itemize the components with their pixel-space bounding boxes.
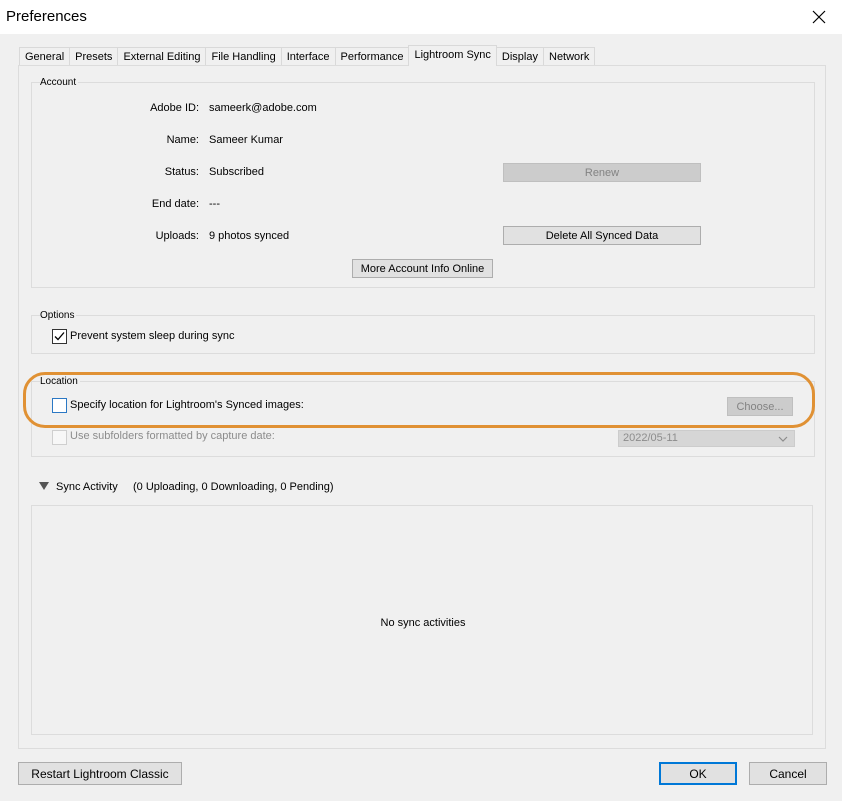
delete-all-synced-data-button[interactable]: Delete All Synced Data [503, 226, 701, 245]
options-group-label: Options [40, 310, 77, 321]
location-group-label: Location [40, 376, 80, 387]
name-label: Name: [166, 134, 199, 146]
sync-activity-summary: (0 Uploading, 0 Downloading, 0 Pending) [133, 481, 334, 493]
date-format-value: 2022/05-11 [623, 432, 678, 444]
specify-location-label: Specify location for Lightroom's Synced … [70, 399, 304, 411]
renew-button[interactable]: Renew [503, 163, 701, 182]
end-date-label: End date: [151, 198, 199, 210]
sync-activity-label: Sync Activity [56, 481, 118, 493]
prevent-sleep-label: Prevent system sleep during sync [70, 330, 235, 342]
tab-network[interactable]: Network [543, 47, 596, 66]
choose-button[interactable]: Choose... [727, 397, 793, 416]
status-value: Subscribed [209, 166, 265, 178]
name-value: Sameer Kumar [209, 134, 283, 146]
tab-general[interactable]: General [19, 47, 71, 66]
tab-bar: General Presets External Editing File Ha… [19, 45, 596, 66]
restart-lightroom-button[interactable]: Restart Lightroom Classic [18, 762, 182, 785]
subfolders-checkbox[interactable] [52, 430, 67, 445]
sync-activity-toggle[interactable] [39, 481, 49, 491]
no-sync-activities-text: No sync activities [380, 617, 466, 629]
end-date-value: --- [209, 198, 220, 210]
tab-performance[interactable]: Performance [334, 47, 410, 66]
date-format-select[interactable]: 2022/05-11 [618, 430, 795, 447]
specify-location-checkbox[interactable] [52, 398, 67, 413]
status-label: Status: [164, 166, 199, 178]
more-account-info-button[interactable]: More Account Info Online [352, 259, 493, 278]
tab-external-editing[interactable]: External Editing [117, 47, 207, 66]
tab-interface[interactable]: Interface [280, 47, 336, 66]
tab-lightroom-sync[interactable]: Lightroom Sync [408, 45, 497, 66]
lightroom-sync-panel: Account Adobe ID: sameerk@adobe.com Name… [18, 65, 826, 749]
subfolders-label: Use subfolders formatted by capture date… [70, 430, 275, 442]
close-button[interactable] [796, 0, 842, 34]
tab-display[interactable]: Display [495, 47, 544, 66]
title-bar: Preferences [0, 0, 842, 34]
uploads-value: 9 photos synced [209, 230, 290, 242]
chevron-down-icon [778, 436, 788, 442]
adobe-id-value: sameerk@adobe.com [209, 102, 317, 114]
uploads-label: Uploads: [155, 230, 199, 242]
sync-activity-list: No sync activities [31, 505, 813, 735]
cancel-button[interactable]: Cancel [749, 762, 827, 785]
checkmark-icon [54, 332, 65, 341]
account-group-label: Account [40, 77, 79, 88]
tab-file-handling[interactable]: File Handling [205, 47, 282, 66]
prevent-sleep-checkbox[interactable] [52, 329, 67, 344]
triangle-down-icon [39, 482, 49, 490]
tab-presets[interactable]: Presets [69, 47, 119, 66]
ok-button[interactable]: OK [659, 762, 737, 785]
window-title: Preferences [6, 8, 87, 25]
close-icon [812, 10, 826, 24]
adobe-id-label: Adobe ID: [150, 102, 199, 114]
